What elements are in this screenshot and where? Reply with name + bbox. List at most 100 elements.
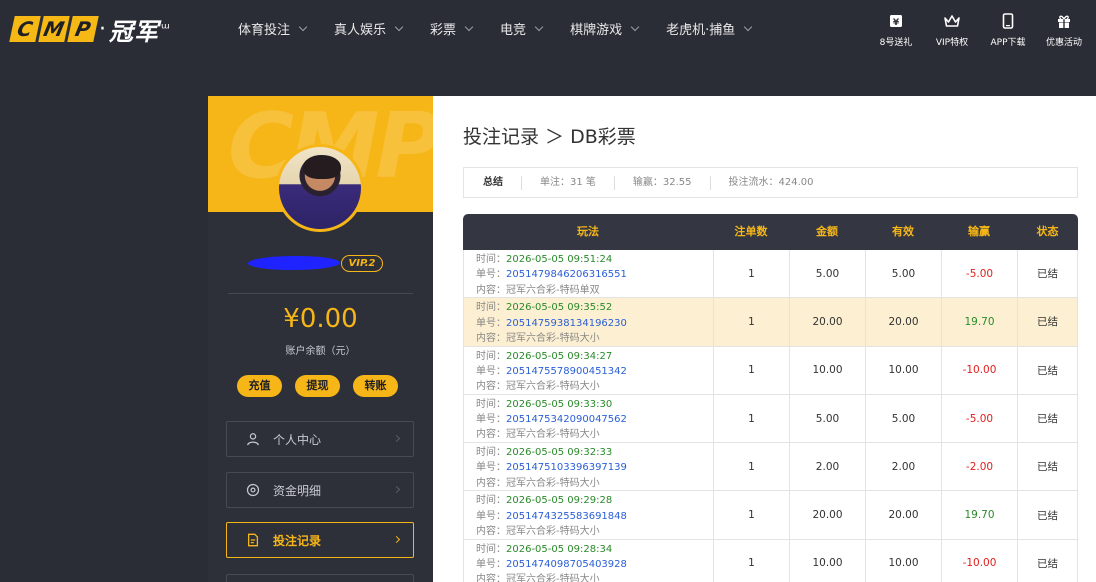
time-label: 时间：	[476, 543, 506, 555]
app-download-button[interactable]: APP下载	[980, 12, 1036, 48]
table-row[interactable]: 时间：2026-05-05 09:35:52 单号：205147593813419…	[463, 298, 1078, 347]
bet-info-cell: 时间：2026-05-05 09:51:24 单号：205147984620631…	[463, 250, 713, 298]
bet-valid: 5.00	[865, 250, 941, 298]
table-row[interactable]: 时间：2026-05-05 09:33:30 单号：205147534209004…	[463, 394, 1078, 444]
menu-label: 个人中心	[273, 432, 322, 447]
bet-content-line: 内容：冠军六合彩-特码大小	[476, 331, 600, 346]
content-label: 内容：	[476, 477, 506, 489]
order-number-link[interactable]: 2051475103396397139	[506, 462, 627, 473]
time-label: 时间：	[476, 254, 506, 265]
menu-label: 资金明细	[273, 483, 322, 498]
chevron-right-icon	[392, 434, 401, 443]
bet-content-line: 内容：冠军六合彩-特码大小	[476, 572, 600, 582]
bet-winloss: 19.70	[941, 491, 1017, 539]
top-action-label: 8号送礼	[879, 38, 913, 48]
logo-letter: M	[38, 16, 70, 42]
content-label: 内容：	[476, 381, 506, 393]
menu-item-personal-center[interactable]: 个人中心	[226, 421, 414, 457]
top-actions: ¥ 8号送礼 VIP特权 APP下载 优惠活动	[868, 12, 1092, 48]
gift-8-button[interactable]: ¥ 8号送礼	[868, 12, 924, 48]
bet-content: 冠军六合彩-特码单双	[506, 284, 600, 296]
bet-valid: 10.00	[865, 346, 941, 394]
bet-count: 1	[713, 298, 789, 346]
bet-order-line: 单号：2051475578900451342	[476, 364, 627, 379]
avatar[interactable]	[276, 144, 364, 232]
bet-content: 冠军六合彩-特码大小	[506, 526, 600, 538]
bet-content-line: 内容：冠军六合彩-特码大小	[476, 379, 600, 394]
order-number-link[interactable]: 2051474325583691848	[506, 511, 627, 522]
bet-status: 已结	[1017, 250, 1078, 298]
bet-winloss: -10.00	[941, 539, 1017, 582]
bet-winloss: 19.70	[941, 298, 1017, 346]
bet-content-line: 内容：冠军六合彩-特码单双	[476, 283, 600, 298]
time-label: 时间：	[476, 447, 506, 459]
bet-time-line: 时间：2026-05-05 09:32:33	[476, 445, 612, 460]
summary-turnover: 投注流水：424.00	[728, 176, 814, 188]
table-row[interactable]: 时间：2026-05-05 09:28:34 单号：205147409870540…	[463, 539, 1078, 582]
bet-order-line: 单号：2051479846206316551	[476, 267, 627, 282]
time-label: 时间：	[476, 495, 506, 507]
menu-label: 投注记录	[273, 533, 322, 548]
table-row[interactable]: 时间：2026-05-05 09:51:24 单号：205147984620631…	[463, 250, 1078, 299]
order-label: 单号：	[476, 365, 506, 377]
withdraw-button[interactable]: 提现	[295, 375, 340, 397]
logo[interactable]: C M P · 冠军 ᵚ	[9, 14, 170, 46]
chevron-right-icon	[392, 485, 401, 494]
order-number-link[interactable]: 2051475938134196230	[506, 318, 627, 329]
bet-order-line: 单号：2051475103396397139	[476, 460, 627, 475]
bet-time: 2026-05-05 09:34:27	[506, 350, 613, 362]
nav-item-slots-fishing[interactable]: 老虎机·捕鱼	[666, 19, 753, 38]
bet-amount: 20.00	[789, 491, 865, 539]
bet-valid: 5.00	[865, 394, 941, 443]
order-label: 单号：	[476, 510, 506, 522]
bet-content-line: 内容：冠军六合彩-特码大小	[476, 524, 600, 539]
nav-item-live-casino[interactable]: 真人娱乐	[334, 19, 404, 38]
bet-content: 冠军六合彩-特码大小	[506, 332, 600, 344]
order-label: 单号：	[476, 317, 506, 329]
menu-item-next[interactable]	[226, 574, 414, 582]
bet-winloss: -10.00	[941, 346, 1017, 394]
bet-amount: 5.00	[789, 250, 865, 298]
table-row[interactable]: 时间：2026-05-05 09:29:28 单号：205147432558369…	[463, 491, 1078, 540]
deposit-button[interactable]: 充值	[237, 375, 282, 397]
bet-status: 已结	[1017, 539, 1078, 582]
menu-item-bet-records[interactable]: 投注记录	[226, 522, 414, 558]
order-number-link[interactable]: 2051479846206316551	[506, 269, 627, 280]
bet-time-line: 时间：2026-05-05 09:51:24	[476, 252, 612, 267]
menu-item-funds-detail[interactable]: 资金明细	[226, 472, 414, 508]
nav-item-esports[interactable]: 电竞	[500, 19, 544, 38]
bet-time: 2026-05-05 09:33:30	[506, 398, 613, 410]
order-number-link[interactable]: 2051475578900451342	[506, 366, 627, 377]
nav-label: 电竞	[500, 23, 527, 38]
table-row[interactable]: 时间：2026-05-05 09:32:33 单号：205147510339639…	[463, 443, 1078, 492]
logo-cmp: C M P	[9, 16, 99, 42]
nav-item-lottery[interactable]: 彩票	[430, 19, 474, 38]
wallet-icon	[245, 482, 261, 498]
chevron-right-icon	[392, 535, 401, 544]
svg-text:¥: ¥	[893, 18, 900, 28]
bet-amount: 2.00	[789, 443, 865, 491]
table-row[interactable]: 时间：2026-05-05 09:34:27 单号：205147557890045…	[463, 346, 1078, 395]
bet-status: 已结	[1017, 443, 1078, 491]
bet-valid: 2.00	[865, 443, 941, 491]
nav-item-card-games[interactable]: 棋牌游戏	[570, 19, 640, 38]
vip-privilege-button[interactable]: VIP特权	[924, 12, 980, 48]
bet-info-cell: 时间：2026-05-05 09:34:27 单号：205147557890045…	[463, 346, 713, 394]
nav-item-sports[interactable]: 体育投注	[238, 19, 308, 38]
logo-letter: P	[67, 16, 99, 42]
document-icon	[245, 532, 261, 548]
column-header: 输赢	[968, 225, 990, 238]
column-header: 玩法	[577, 225, 599, 238]
chevron-down-icon	[630, 22, 640, 31]
promotions-button[interactable]: 优惠活动	[1036, 12, 1092, 48]
transfer-button[interactable]: 转账	[353, 375, 398, 397]
summary-head: 总结	[464, 175, 522, 190]
order-number-link[interactable]: 2051475342090047562	[506, 414, 627, 425]
bet-time-line: 时间：2026-05-05 09:29:28	[476, 493, 612, 508]
column-header: 注单数	[734, 225, 768, 238]
order-number-link[interactable]: 2051474098705403928	[506, 559, 627, 570]
order-label: 单号：	[476, 414, 506, 426]
bet-time: 2026-05-05 09:32:33	[506, 447, 613, 459]
logo-letter: C	[9, 16, 41, 42]
bet-info-cell: 时间：2026-05-05 09:35:52 单号：205147593813419…	[463, 298, 713, 346]
